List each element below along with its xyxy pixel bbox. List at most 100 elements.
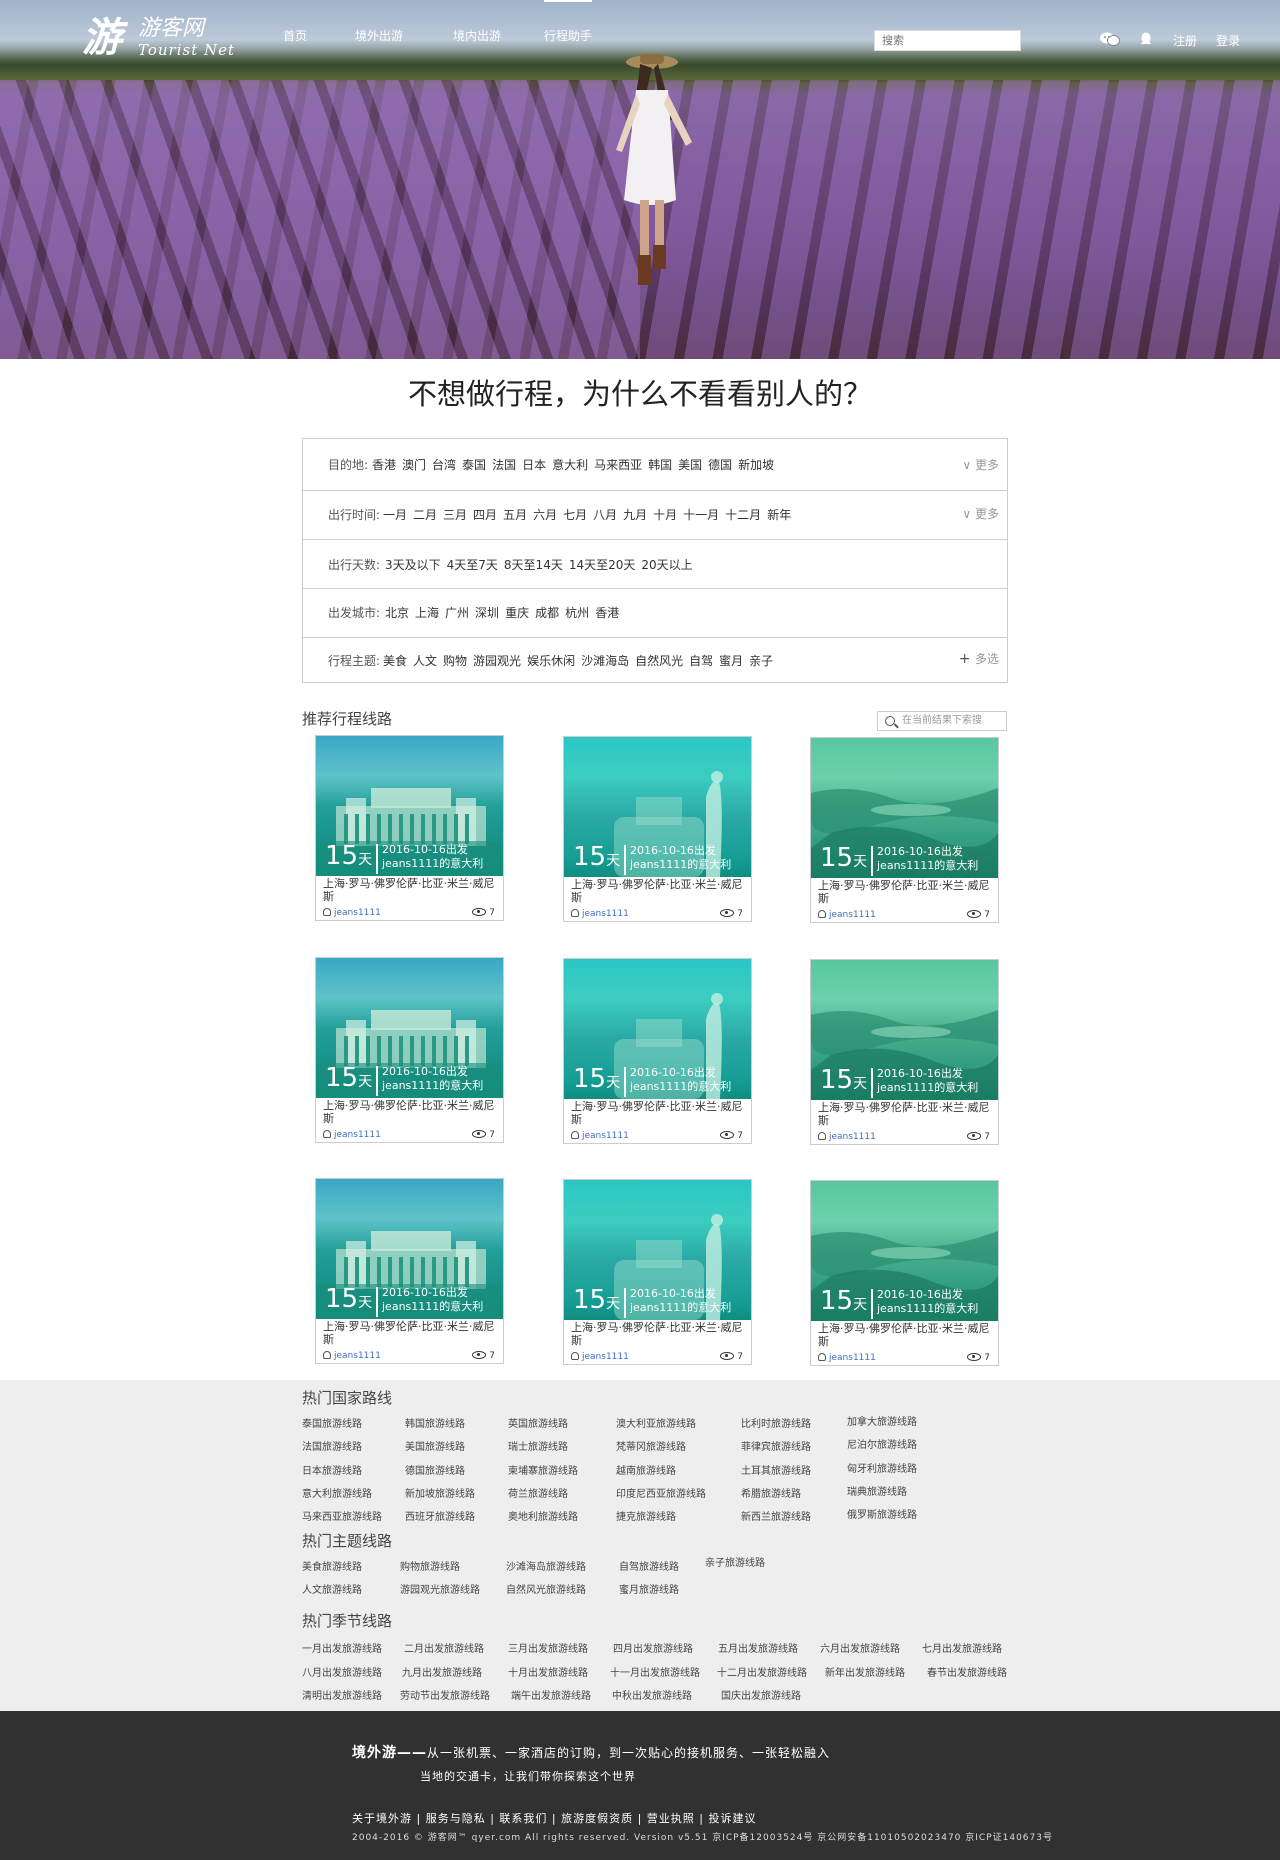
filter-option[interactable]: 广州	[445, 606, 469, 620]
filter-option[interactable]: 娱乐休闲	[527, 654, 575, 668]
season-route-link[interactable]: 十月出发旅游线路	[508, 1667, 588, 1680]
card-route[interactable]: 上海·罗马·佛罗伦萨·比亚·米兰·威尼斯	[818, 1322, 994, 1348]
trip-card[interactable]: 15天 2016-10-16出发 jeans1111的意大利 上海·罗马·佛罗伦萨·比…	[563, 1179, 752, 1365]
filter-option[interactable]: 澳门	[402, 458, 426, 472]
card-user[interactable]: jeans1111	[818, 1131, 876, 1143]
country-route-link[interactable]: 比利时旅游线路	[741, 1418, 811, 1431]
season-route-link[interactable]: 四月出发旅游线路	[613, 1643, 693, 1656]
season-route-link[interactable]: 春节出发旅游线路	[927, 1667, 1007, 1680]
filter-option[interactable]: 意大利	[552, 458, 588, 472]
filter-option[interactable]: 韩国	[648, 458, 672, 472]
trip-card[interactable]: 15天 2016-10-16出发 jeans1111的意大利 上海·罗马·佛罗伦萨·比…	[563, 958, 752, 1144]
footer-links[interactable]: 关于境外游 | 服务与隐私 | 联系我们 | 旅游度假资质 | 营业执照 | 投…	[352, 1812, 757, 1826]
filter-more-toggle[interactable]: ∨ 更多	[962, 506, 999, 522]
filter-options-theme[interactable]: 美食 人文 购物 游园观光 娱乐休闲 沙滩海岛 自然风光 自驾 蜜月 亲子	[383, 653, 779, 669]
filter-option[interactable]: 深圳	[475, 606, 499, 620]
filter-option[interactable]: 3天及以下	[385, 558, 441, 572]
country-route-link[interactable]: 韩国旅游线路	[405, 1418, 465, 1431]
country-route-link[interactable]: 美国旅游线路	[405, 1441, 465, 1454]
filter-option[interactable]: 七月	[563, 508, 587, 522]
country-route-link[interactable]: 土耳其旅游线路	[741, 1465, 811, 1478]
filter-option[interactable]: 五月	[503, 508, 527, 522]
nav-item-domestic[interactable]: 境内出游	[453, 28, 501, 44]
filter-option[interactable]: 十一月	[683, 508, 719, 522]
theme-route-link[interactable]: 人文旅游线路	[302, 1584, 362, 1597]
filter-option[interactable]: 美食	[383, 654, 407, 668]
filter-option[interactable]: 14天至20天	[569, 558, 636, 572]
country-route-link[interactable]: 澳大利亚旅游线路	[616, 1418, 696, 1431]
filter-option[interactable]: 自驾	[689, 654, 713, 668]
filter-option[interactable]: 4天至7天	[447, 558, 498, 572]
season-route-link[interactable]: 五月出发旅游线路	[718, 1643, 798, 1656]
card-route[interactable]: 上海·罗马·佛罗伦萨·比亚·米兰·威尼斯	[818, 1101, 994, 1127]
nav-item-outbound[interactable]: 境外出游	[355, 28, 403, 44]
country-route-link[interactable]: 日本旅游线路	[302, 1465, 362, 1478]
filter-option[interactable]: 新加坡	[738, 458, 774, 472]
card-route[interactable]: 上海·罗马·佛罗伦萨·比亚·米兰·威尼斯	[818, 879, 994, 905]
country-route-link[interactable]: 梵蒂冈旅游线路	[616, 1441, 686, 1454]
trip-card[interactable]: 15天 2016-10-16出发 jeans1111的意大利 上海·罗马·佛罗伦萨·比…	[810, 1180, 999, 1366]
nav-item-trip-assistant[interactable]: 行程助手	[544, 0, 593, 44]
card-route[interactable]: 上海·罗马·佛罗伦萨·比亚·米兰·威尼斯	[323, 1320, 499, 1346]
country-route-link[interactable]: 加拿大旅游线路	[847, 1416, 917, 1429]
season-route-link[interactable]: 新年出发旅游线路	[825, 1667, 905, 1680]
filter-option[interactable]: 三月	[443, 508, 467, 522]
filter-option[interactable]: 8天至14天	[504, 558, 563, 572]
country-route-link[interactable]: 柬埔寨旅游线路	[508, 1465, 578, 1478]
filter-option[interactable]: 美国	[678, 458, 702, 472]
country-route-link[interactable]: 英国旅游线路	[508, 1418, 568, 1431]
country-route-link[interactable]: 意大利旅游线路	[302, 1488, 372, 1501]
theme-route-link[interactable]: 美食旅游线路	[302, 1561, 362, 1574]
filter-options-destination[interactable]: 香港 澳门 台湾 泰国 法国 日本 意大利 马来西亚 韩国 美国 德国 新加坡	[372, 457, 780, 473]
trip-card[interactable]: 15天 2016-10-16出发 jeans1111的意大利 上海·罗马·佛罗伦萨·比…	[810, 737, 999, 923]
filter-option[interactable]: 上海	[415, 606, 439, 620]
filter-option[interactable]: 成都	[535, 606, 559, 620]
country-route-link[interactable]: 奥地利旅游线路	[508, 1511, 578, 1524]
filter-option[interactable]: 六月	[533, 508, 557, 522]
filter-option[interactable]: 蜜月	[719, 654, 743, 668]
filter-options-city[interactable]: 北京 上海 广州 深圳 重庆 成都 杭州 香港	[385, 605, 625, 621]
theme-route-link[interactable]: 蜜月旅游线路	[619, 1584, 679, 1597]
country-route-link[interactable]: 俄罗斯旅游线路	[847, 1509, 917, 1522]
card-user[interactable]: jeans1111	[571, 1351, 629, 1363]
filter-options-time[interactable]: 一月 二月 三月 四月 五月 六月 七月 八月 九月 十月 十一月 十二月 新年	[383, 507, 797, 523]
season-route-link[interactable]: 七月出发旅游线路	[922, 1643, 1002, 1656]
country-route-link[interactable]: 西班牙旅游线路	[405, 1511, 475, 1524]
card-route[interactable]: 上海·罗马·佛罗伦萨·比亚·米兰·威尼斯	[571, 878, 747, 904]
card-route[interactable]: 上海·罗马·佛罗伦萨·比亚·米兰·威尼斯	[571, 1100, 747, 1126]
theme-route-link[interactable]: 自然风光旅游线路	[506, 1584, 586, 1597]
theme-route-link[interactable]: 沙滩海岛旅游线路	[506, 1561, 586, 1574]
season-route-link[interactable]: 六月出发旅游线路	[820, 1643, 900, 1656]
filter-option[interactable]: 八月	[593, 508, 617, 522]
country-route-link[interactable]: 越南旅游线路	[616, 1465, 676, 1478]
season-route-link[interactable]: 二月出发旅游线路	[404, 1643, 484, 1656]
season-route-link[interactable]: 十一月出发旅游线路	[610, 1667, 700, 1680]
filter-option[interactable]: 台湾	[432, 458, 456, 472]
trip-card[interactable]: 15天 2016-10-16出发 jeans1111的意大利 上海·罗马·佛罗伦萨·比…	[315, 1178, 504, 1364]
card-user[interactable]: jeans1111	[571, 908, 629, 920]
season-route-link[interactable]: 国庆出发旅游线路	[721, 1690, 801, 1703]
nav-item-home[interactable]: 首页	[283, 28, 307, 44]
filter-option[interactable]: 20天以上	[641, 558, 692, 572]
filter-option[interactable]: 德国	[708, 458, 732, 472]
filter-option[interactable]: 一月	[383, 508, 407, 522]
filter-option[interactable]: 十月	[653, 508, 677, 522]
filter-option[interactable]: 沙滩海岛	[581, 654, 629, 668]
qq-icon[interactable]	[1139, 32, 1153, 46]
country-route-link[interactable]: 新西兰旅游线路	[741, 1511, 811, 1524]
country-route-link[interactable]: 法国旅游线路	[302, 1441, 362, 1454]
site-logo[interactable]: 游 游客网 Tourist Net	[82, 16, 252, 62]
season-route-link[interactable]: 十二月出发旅游线路	[717, 1667, 807, 1680]
card-user[interactable]: jeans1111	[818, 909, 876, 921]
card-user[interactable]: jeans1111	[323, 1350, 381, 1362]
filter-option[interactable]: 日本	[522, 458, 546, 472]
country-route-link[interactable]: 菲律宾旅游线路	[741, 1441, 811, 1454]
filter-options-days[interactable]: 3天及以下 4天至7天 8天至14天 14天至20天 20天以上	[385, 557, 699, 573]
trip-card[interactable]: 15天 2016-10-16出发 jeans1111的意大利 上海·罗马·佛罗伦萨·比…	[315, 735, 504, 921]
search-input[interactable]	[874, 30, 1021, 51]
filter-option[interactable]: 人文	[413, 654, 437, 668]
trip-card[interactable]: 15天 2016-10-16出发 jeans1111的意大利 上海·罗马·佛罗伦萨·比…	[315, 957, 504, 1143]
filter-option[interactable]: 购物	[443, 654, 467, 668]
filter-option[interactable]: 马来西亚	[594, 458, 642, 472]
season-route-link[interactable]: 九月出发旅游线路	[402, 1667, 482, 1680]
